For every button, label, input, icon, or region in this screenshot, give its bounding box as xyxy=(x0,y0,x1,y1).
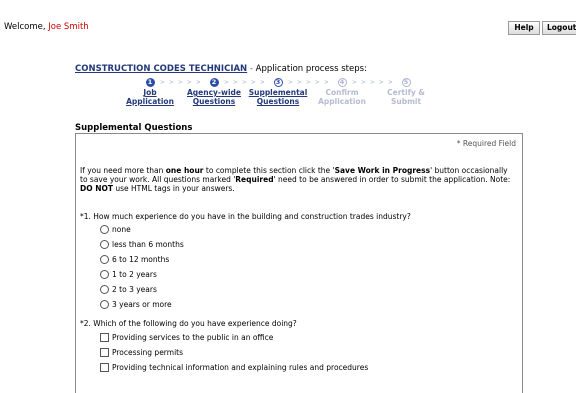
checkbox[interactable] xyxy=(100,363,109,372)
step-label-line1: Supplemental xyxy=(248,88,308,97)
user-name: Joe Smith xyxy=(48,22,89,32)
job-title-link[interactable]: CONSTRUCTION CODES TECHNICIAN xyxy=(75,64,247,74)
radio-button[interactable] xyxy=(100,285,109,294)
title-separator: - xyxy=(249,64,253,74)
radio-button[interactable] xyxy=(100,270,109,279)
radio-button[interactable] xyxy=(100,225,109,234)
logout-button[interactable]: Logout xyxy=(542,21,576,35)
option-label: Providing services to the public in an o… xyxy=(112,333,274,342)
intro-text-part: ' need to be answered in order to submit… xyxy=(273,175,511,184)
q2-option-processing-permits[interactable]: Processing permits xyxy=(100,348,183,357)
step-label-line1: Job xyxy=(143,88,157,97)
option-label: 3 years or more xyxy=(112,300,172,309)
checkbox[interactable] xyxy=(100,333,109,342)
step-label-line2: Application xyxy=(318,97,366,106)
checkbox[interactable] xyxy=(100,348,109,357)
q1-option-none[interactable]: none xyxy=(100,225,131,234)
step-label-line2: Application xyxy=(126,97,174,106)
process-steps: 1 Job Application > > > > > 2 Agency-wid… xyxy=(120,78,440,110)
q1-option-2-to-3-years[interactable]: 2 to 3 years xyxy=(100,285,157,294)
intro-bold: Required xyxy=(235,175,274,184)
job-title-line: CONSTRUCTION CODES TECHNICIAN - Applicat… xyxy=(75,64,367,74)
option-label: 6 to 12 months xyxy=(112,255,170,264)
step-label-line2: Questions xyxy=(256,97,300,106)
option-label: 2 to 3 years xyxy=(112,285,157,294)
steps-heading: Application process steps: xyxy=(255,64,367,74)
option-label: none xyxy=(112,225,131,234)
step-label-line1: Confirm xyxy=(325,88,359,97)
q2-option-public-services[interactable]: Providing services to the public in an o… xyxy=(100,333,273,342)
step-label-line2: Submit xyxy=(390,97,422,106)
option-label: Processing permits xyxy=(112,348,183,357)
q1-option-1-to-2-years[interactable]: 1 to 2 years xyxy=(100,270,157,279)
intro-bold: Save Work in Progress xyxy=(334,166,431,175)
intro-text: If you need more than one hour to comple… xyxy=(80,166,516,193)
welcome-message: Welcome, Joe Smith xyxy=(4,22,89,32)
question-1-text: *1. How much experience do you have in t… xyxy=(80,212,411,221)
step-certify-submit: 5 Certify & Submit xyxy=(376,78,436,106)
step-number: 4 xyxy=(337,78,347,87)
radio-button[interactable] xyxy=(100,255,109,264)
radio-button[interactable] xyxy=(100,240,109,249)
step-number: 5 xyxy=(401,78,411,87)
intro-bold: one hour xyxy=(165,166,204,175)
question-2-text: *2. Which of the following do you have e… xyxy=(80,319,297,328)
q1-option-less-than-6-months[interactable]: less than 6 months xyxy=(100,240,184,249)
option-label: less than 6 months xyxy=(112,240,184,249)
option-label: 1 to 2 years xyxy=(112,270,157,279)
q1-option-6-to-12-months[interactable]: 6 to 12 months xyxy=(100,255,169,264)
intro-bold: DO NOT xyxy=(80,184,113,193)
help-button[interactable]: Help xyxy=(508,21,540,35)
intro-text-part: use HTML tags in your answers. xyxy=(112,184,235,193)
step-label-line1: Certify & xyxy=(387,88,425,97)
step-label-line2: Questions xyxy=(192,97,236,106)
step-number: 2 xyxy=(209,78,219,87)
questions-panel: * Required Field If you need more than o… xyxy=(75,133,523,393)
step-number: 3 xyxy=(273,78,283,87)
welcome-prefix: Welcome, xyxy=(4,22,46,32)
radio-button[interactable] xyxy=(100,300,109,309)
q2-option-technical-information[interactable]: Providing technical information and expl… xyxy=(100,363,368,372)
intro-text-part: to complete this section click the ' xyxy=(203,166,335,175)
required-field-note: * Required Field xyxy=(456,139,516,148)
option-label: Providing technical information and expl… xyxy=(112,363,369,372)
intro-text-part: If you need more than xyxy=(80,166,166,175)
step-label-line1: Agency-wide xyxy=(186,88,241,97)
step-number: 1 xyxy=(145,78,155,87)
section-title: Supplemental Questions xyxy=(75,123,193,133)
q1-option-3-years-or-more[interactable]: 3 years or more xyxy=(100,300,172,309)
